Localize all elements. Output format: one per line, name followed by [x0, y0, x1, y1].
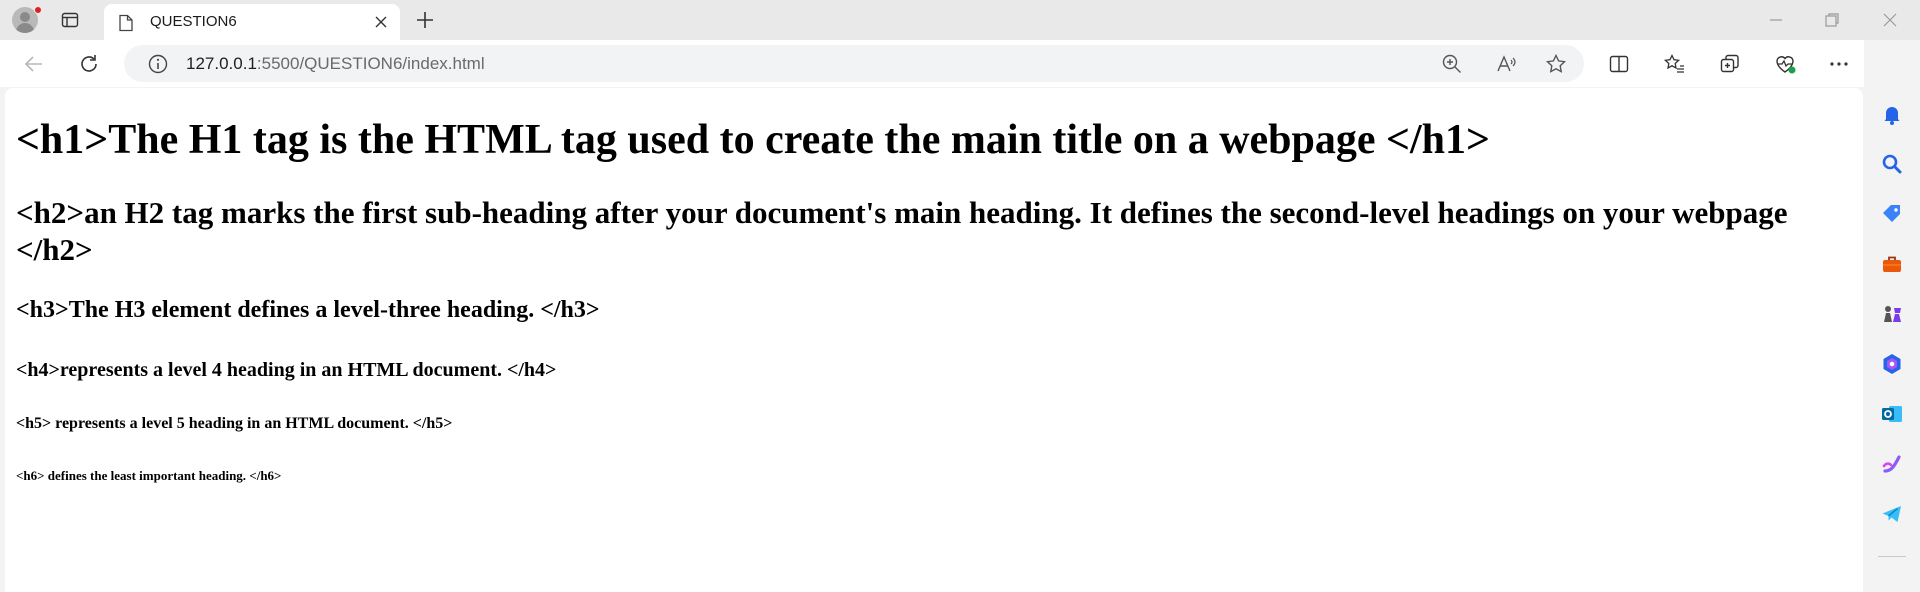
- telegram-icon[interactable]: [1880, 502, 1904, 526]
- tab-strip: QUESTION6: [0, 0, 1920, 40]
- shopping-tag-icon[interactable]: [1880, 202, 1904, 226]
- edge-sidebar: [1864, 40, 1920, 592]
- page-viewport[interactable]: <h1>The H1 tag is the HTML tag used to c…: [5, 88, 1863, 592]
- heading-5: <h5> represents a level 5 heading in an …: [16, 415, 453, 432]
- page-icon: [119, 14, 133, 32]
- microsoft-365-icon[interactable]: [1880, 352, 1904, 376]
- heading-2: <h2>an H2 tag marks the first sub-headin…: [16, 195, 1788, 267]
- heading-6: <h6> defines the least important heading…: [16, 468, 282, 483]
- notifications-bell-icon[interactable]: [1880, 102, 1904, 126]
- more-options-icon[interactable]: [1827, 52, 1851, 76]
- active-tab[interactable]: QUESTION6: [104, 4, 400, 40]
- designer-icon[interactable]: [1880, 452, 1904, 476]
- url-text[interactable]: 127.0.0.1:5500/QUESTION6/index.html: [186, 54, 485, 74]
- sidebar-divider: [1878, 556, 1906, 557]
- tab-title: QUESTION6: [150, 13, 237, 30]
- heading-3: <h3>The H3 element defines a level-three…: [16, 297, 600, 323]
- back-icon[interactable]: [22, 52, 46, 76]
- address-bar[interactable]: 127.0.0.1:5500/QUESTION6/index.html: [124, 45, 1584, 82]
- browser-essentials-icon[interactable]: [1773, 52, 1797, 76]
- favorites-icon[interactable]: [1663, 52, 1687, 76]
- url-host: 127.0.0.1: [186, 54, 257, 73]
- url-path: :5500/QUESTION6/index.html: [256, 54, 485, 73]
- read-aloud-icon[interactable]: [1494, 52, 1518, 76]
- outlook-icon[interactable]: [1880, 402, 1904, 426]
- tab-actions-icon[interactable]: [60, 10, 80, 30]
- notification-dot-icon: [34, 6, 42, 14]
- heading-1: <h1>The H1 tag is the HTML tag used to c…: [16, 117, 1490, 163]
- collections-icon[interactable]: [1718, 52, 1742, 76]
- favorite-star-icon[interactable]: [1544, 52, 1568, 76]
- tools-icon[interactable]: [1880, 252, 1904, 276]
- games-icon[interactable]: [1880, 302, 1904, 326]
- close-window-icon[interactable]: [1878, 8, 1902, 32]
- close-tab-icon[interactable]: [372, 13, 390, 31]
- search-icon[interactable]: [1880, 152, 1904, 176]
- split-screen-icon[interactable]: [1607, 52, 1631, 76]
- refresh-icon[interactable]: [77, 52, 101, 76]
- site-info-icon[interactable]: [146, 52, 170, 76]
- new-tab-icon[interactable]: [414, 9, 436, 31]
- zoom-icon[interactable]: [1440, 52, 1464, 76]
- browser-toolbar: 127.0.0.1:5500/QUESTION6/index.html: [0, 40, 1920, 87]
- heading-4: <h4>represents a level 4 heading in an H…: [16, 359, 557, 381]
- restore-icon[interactable]: [1820, 8, 1844, 32]
- minimize-icon[interactable]: [1764, 8, 1788, 32]
